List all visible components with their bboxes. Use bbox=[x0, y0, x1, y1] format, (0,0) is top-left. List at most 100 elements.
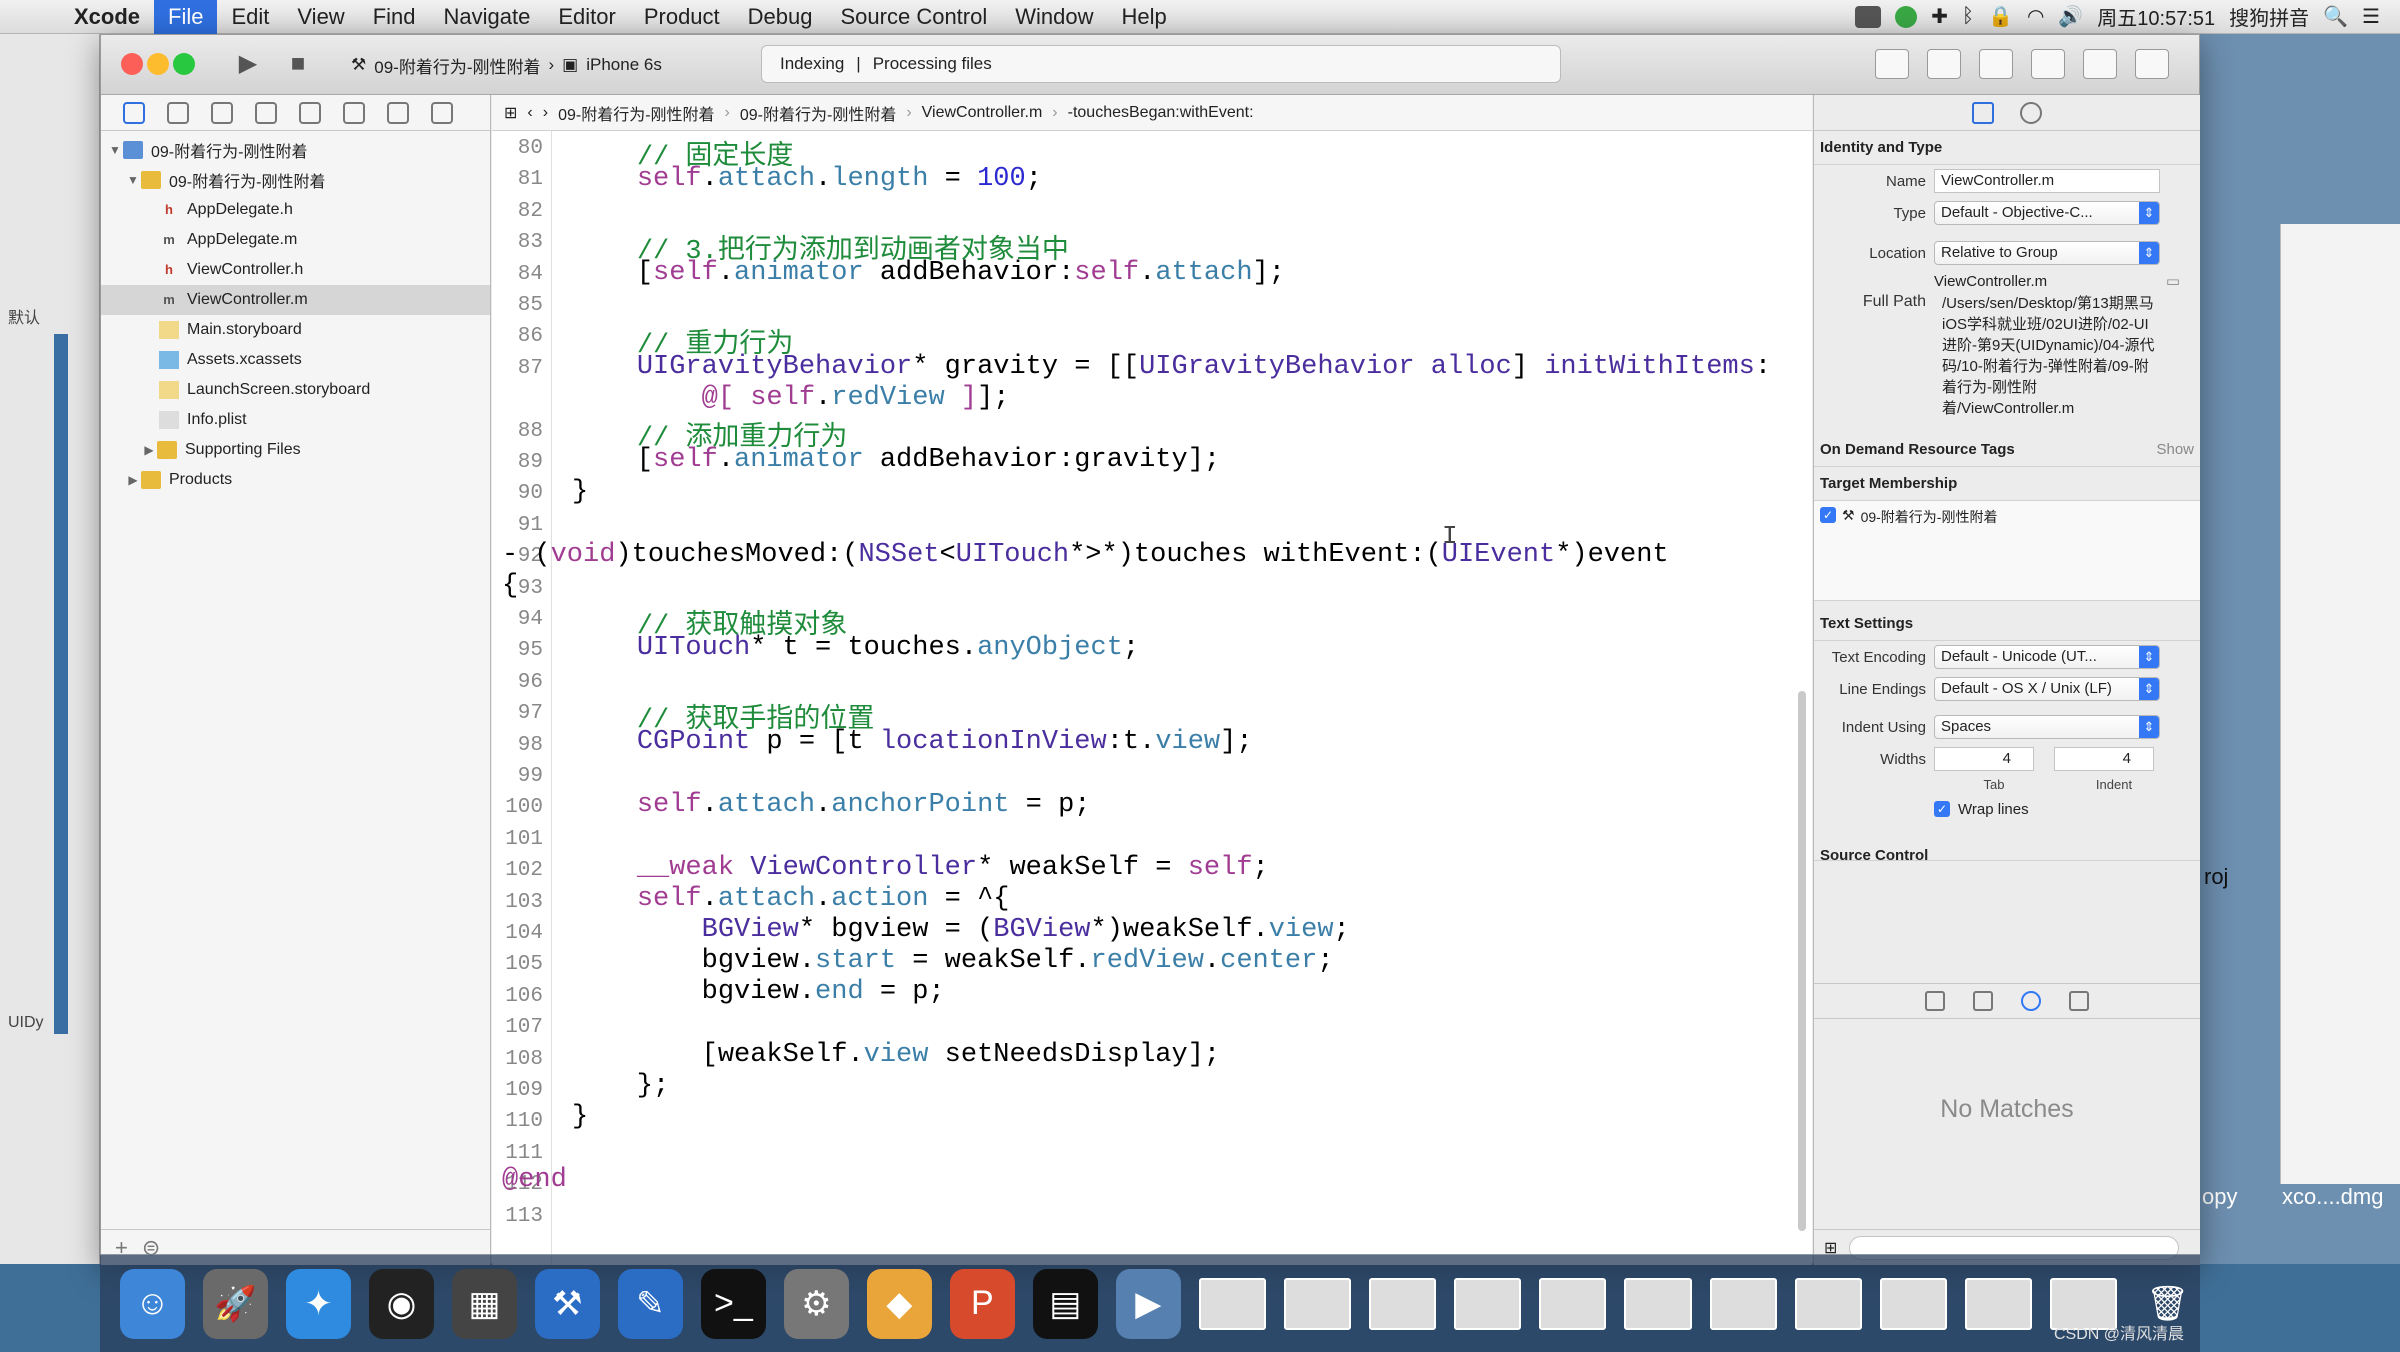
jump-crumb-file[interactable]: ViewController.m bbox=[922, 104, 1043, 122]
quicktime-icon[interactable]: ▶ bbox=[1115, 1268, 1181, 1339]
forward-icon[interactable]: › bbox=[543, 104, 548, 122]
volume-icon[interactable]: 🔊 bbox=[2058, 4, 2083, 29]
tree-products[interactable]: ▶ Products bbox=[101, 465, 490, 495]
tree-file[interactable]: Main.storyboard bbox=[101, 315, 490, 345]
menu-debug[interactable]: Debug bbox=[734, 0, 827, 34]
minimize-window-button[interactable] bbox=[147, 53, 169, 75]
toggle-navigator-button[interactable] bbox=[2031, 49, 2065, 79]
bluetooth-icon[interactable]: ᛒ bbox=[1962, 5, 1974, 28]
search-icon[interactable] bbox=[211, 101, 233, 124]
minimized-window[interactable] bbox=[1879, 1277, 1947, 1330]
minimized-window[interactable] bbox=[1964, 1277, 2033, 1330]
menu-product[interactable]: Product bbox=[630, 0, 734, 34]
target-checkbox[interactable]: ✓ bbox=[1820, 507, 1836, 523]
editor-scrollbar[interactable] bbox=[1798, 691, 1806, 1231]
media-library-icon[interactable] bbox=[2069, 991, 2089, 1011]
safari-icon[interactable]: ✦ bbox=[285, 1268, 351, 1339]
symbol-icon[interactable] bbox=[167, 101, 189, 124]
warning-icon[interactable] bbox=[255, 101, 277, 124]
breakpoint-icon[interactable] bbox=[387, 101, 409, 124]
minimized-window[interactable] bbox=[1539, 1277, 1607, 1330]
minimized-window[interactable] bbox=[1283, 1277, 1352, 1330]
type-select[interactable]: Default - Objective-C... bbox=[1934, 201, 2160, 225]
menu-edit[interactable]: Edit bbox=[217, 0, 283, 34]
zoom-window-button[interactable] bbox=[173, 53, 195, 75]
tab-width-stepper[interactable]: 4 bbox=[1934, 747, 2034, 771]
ondemand-show-button[interactable]: Show bbox=[2156, 441, 2194, 458]
tree-file[interactable]: h AppDelegate.h bbox=[101, 195, 490, 225]
launchpad-icon[interactable]: 🚀 bbox=[202, 1268, 268, 1339]
indent-select[interactable]: Spaces bbox=[1934, 715, 2160, 739]
notification-icon[interactable]: ☰ bbox=[2362, 4, 2380, 29]
menu-app[interactable]: Xcode bbox=[60, 0, 154, 34]
jump-crumb-group[interactable]: 09-附着行为-刚性附着 bbox=[740, 101, 896, 125]
disclosure-closed-icon[interactable]: ▶ bbox=[141, 443, 157, 457]
wifi-icon[interactable]: ◠ bbox=[2027, 4, 2044, 29]
xcode-icon[interactable]: ⚒ bbox=[534, 1268, 600, 1339]
name-field[interactable]: ViewController.m bbox=[1934, 169, 2160, 193]
encoding-select[interactable]: Default - Unicode (UT... bbox=[1934, 645, 2160, 669]
menu-find[interactable]: Find bbox=[359, 0, 430, 34]
console-icon[interactable]: ▤ bbox=[1032, 1268, 1098, 1339]
disclosure-open-icon[interactable]: ▼ bbox=[125, 173, 141, 187]
status-green-icon[interactable] bbox=[1895, 5, 1918, 28]
report-icon[interactable] bbox=[431, 101, 453, 124]
lock-icon[interactable]: 🔒 bbox=[1988, 4, 2013, 29]
instruments-icon[interactable]: ✎ bbox=[617, 1268, 683, 1339]
toggle-utilities-button[interactable] bbox=[2135, 49, 2169, 79]
object-library-icon[interactable] bbox=[2021, 991, 2041, 1011]
finder-icon[interactable]: ☺ bbox=[120, 1268, 185, 1339]
jump-crumb-project[interactable]: 09-附着行为-刚性附着 bbox=[558, 101, 714, 125]
related-items-icon[interactable]: ⊞ bbox=[504, 103, 517, 123]
minimized-window[interactable] bbox=[1709, 1277, 1777, 1330]
minimized-window[interactable] bbox=[1624, 1277, 1692, 1330]
minimized-window[interactable] bbox=[1198, 1277, 1266, 1330]
code-area[interactable]: 80 81 82 83 84 85 86 87 88 89 90 91 92 93 94 95 96 97 98 99… bbox=[492, 131, 1812, 1265]
menu-editor[interactable]: Editor bbox=[544, 0, 629, 34]
tree-group[interactable]: ▼ 09-附着行为-刚性附着 bbox=[101, 165, 490, 195]
disclosure-closed-icon[interactable]: ▶ bbox=[125, 473, 141, 487]
file-inspector-icon[interactable] bbox=[1972, 101, 1994, 124]
menu-help[interactable]: Help bbox=[1108, 0, 1181, 34]
file-template-icon[interactable] bbox=[1925, 991, 1945, 1011]
test-icon[interactable] bbox=[299, 101, 321, 124]
quick-help-icon[interactable] bbox=[2020, 101, 2042, 124]
tree-supporting-files[interactable]: ▶ Supporting Files bbox=[101, 435, 490, 465]
stop-button[interactable]: ■ bbox=[281, 47, 315, 81]
desktop-file-dmg[interactable]: xco....dmg bbox=[2282, 1184, 2383, 1210]
indent-width-stepper[interactable]: 4 bbox=[2054, 747, 2154, 771]
tree-file[interactable]: LaunchScreen.storyboard bbox=[101, 375, 490, 405]
version-editor-button[interactable] bbox=[1979, 49, 2013, 79]
plus-icon[interactable]: ✚ bbox=[1931, 4, 1948, 29]
minimized-window[interactable] bbox=[1794, 1277, 1862, 1330]
tree-file[interactable]: Info.plist bbox=[101, 405, 490, 435]
scheme-selector[interactable]: ⚒ 09-附着行为-刚性附着 › ▣ iPhone 6s bbox=[351, 49, 662, 81]
disclosure-open-icon[interactable]: ▼ bbox=[107, 143, 123, 157]
p-app-icon[interactable]: P bbox=[949, 1268, 1015, 1339]
minimized-window[interactable] bbox=[1369, 1277, 1437, 1330]
code-snippet-icon[interactable] bbox=[1973, 991, 1993, 1011]
sketch-icon[interactable]: ◆ bbox=[866, 1268, 932, 1339]
menu-navigate[interactable]: Navigate bbox=[430, 0, 545, 34]
input-method[interactable]: 搜狗拼音 bbox=[2229, 2, 2309, 31]
standard-editor-button[interactable] bbox=[1875, 49, 1909, 79]
assistant-editor-button[interactable] bbox=[1927, 49, 1961, 79]
run-button[interactable]: ▶ bbox=[231, 47, 265, 81]
tree-file[interactable]: m AppDelegate.m bbox=[101, 225, 490, 255]
endings-select[interactable]: Default - OS X / Unix (LF) bbox=[1934, 677, 2160, 701]
close-window-button[interactable] bbox=[121, 53, 143, 75]
location-select[interactable]: Relative to Group bbox=[1934, 241, 2160, 265]
photo-app-icon[interactable]: ▦ bbox=[451, 1268, 517, 1339]
mouse-icon[interactable]: ◉ bbox=[368, 1268, 434, 1339]
minimized-window[interactable] bbox=[1454, 1277, 1522, 1330]
back-icon[interactable]: ‹ bbox=[527, 104, 532, 122]
clock[interactable]: 周五10:57:51 bbox=[2097, 2, 2215, 31]
tree-file[interactable]: Assets.xcassets bbox=[101, 345, 490, 375]
menu-window[interactable]: Window bbox=[1001, 0, 1107, 34]
tree-file[interactable]: h ViewController.h bbox=[101, 255, 490, 285]
wrap-lines-checkbox[interactable]: ✓ bbox=[1934, 801, 1950, 817]
folder-icon[interactable] bbox=[123, 101, 145, 124]
system-preferences-icon[interactable]: ⚙ bbox=[783, 1268, 849, 1339]
screen-record-icon[interactable] bbox=[1855, 5, 1882, 28]
menu-source-control[interactable]: Source Control bbox=[827, 0, 1002, 34]
